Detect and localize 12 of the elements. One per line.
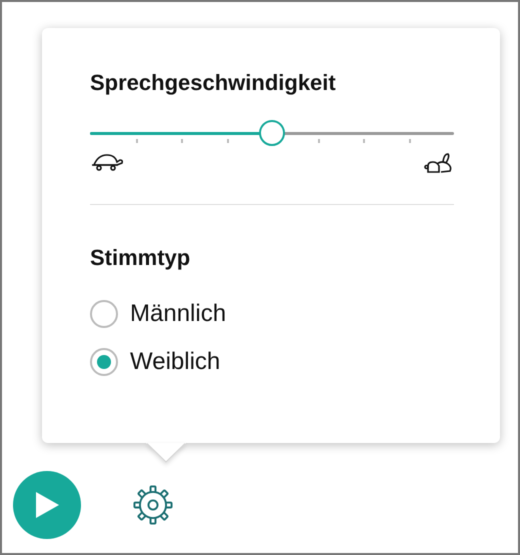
radio-label: Männlich bbox=[130, 299, 226, 329]
voice-title: Stimmtyp bbox=[90, 244, 192, 272]
radio-button[interactable] bbox=[90, 348, 118, 376]
settings-icon[interactable] bbox=[131, 483, 175, 527]
radio-label: Weiblich bbox=[130, 347, 220, 377]
rabbit-icon bbox=[424, 152, 454, 174]
radio-button[interactable] bbox=[90, 300, 118, 328]
popup-pointer bbox=[146, 443, 186, 463]
speed-slider[interactable] bbox=[90, 120, 454, 146]
speed-title: Sprechgeschwindigkeit bbox=[90, 69, 337, 97]
turtle-icon bbox=[90, 152, 124, 172]
play-icon bbox=[33, 490, 61, 520]
